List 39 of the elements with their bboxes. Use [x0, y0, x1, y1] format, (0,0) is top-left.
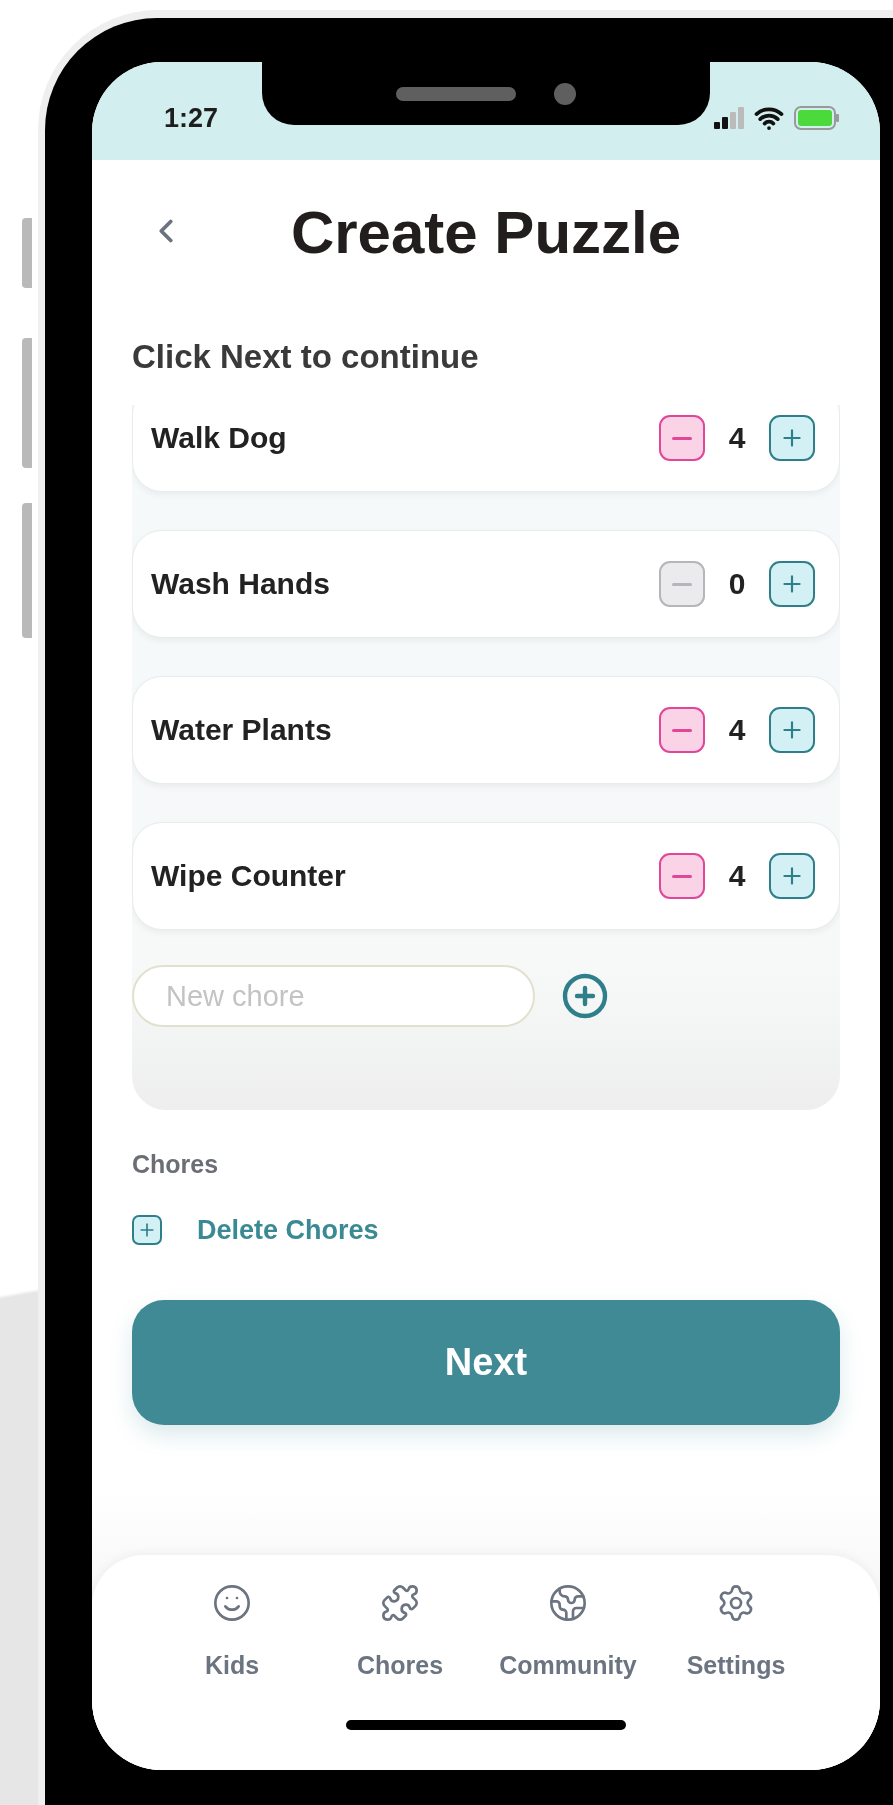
next-button[interactable]: Next: [132, 1300, 840, 1425]
page-title: Create Puzzle: [290, 198, 682, 267]
chore-name: Walk Dog: [151, 421, 288, 455]
chore-count: 4: [727, 421, 747, 455]
increase-button[interactable]: [769, 561, 815, 607]
chore-name: Water Plants: [151, 713, 333, 747]
nav-tab[interactable]: Kids: [148, 1583, 316, 1680]
smiley-face-icon: [212, 1583, 252, 1623]
chore-name: Wash Hands: [151, 567, 331, 601]
minus-icon: [672, 436, 692, 440]
puzzle-piece-icon: [380, 1583, 420, 1623]
chore-name: Wipe Counter: [151, 859, 347, 893]
nav-tab[interactable]: Chores: [316, 1583, 484, 1680]
signal-icon: [714, 107, 744, 129]
chore-count: 4: [727, 713, 747, 747]
plus-square-icon: [132, 1215, 162, 1245]
decrease-button[interactable]: [659, 415, 705, 461]
battery-icon: [794, 106, 840, 130]
nav-tab[interactable]: Settings: [652, 1583, 820, 1680]
nav-tab[interactable]: Community: [484, 1583, 652, 1680]
increase-button[interactable]: [769, 707, 815, 753]
chore-count: 4: [727, 859, 747, 893]
globe-icon: [548, 1583, 588, 1623]
increase-button[interactable]: [769, 415, 815, 461]
front-camera: [554, 82, 576, 105]
minus-icon: [672, 874, 692, 878]
increase-button[interactable]: [769, 853, 815, 899]
status-time: 1:27: [164, 102, 219, 134]
plus-circle-icon: [561, 972, 609, 1020]
minus-icon: [672, 728, 692, 732]
instruction-text: Click Next to continue: [132, 337, 480, 377]
add-chore-button[interactable]: [561, 972, 609, 1020]
chore-count: 0: [727, 567, 747, 601]
new-chore-field[interactable]: New chore: [132, 965, 535, 1027]
decrease-button[interactable]: [659, 853, 705, 899]
minus-icon: [672, 582, 692, 586]
delete-chores-link[interactable]: Delete Chores: [197, 1214, 379, 1246]
decrease-button[interactable]: [659, 707, 705, 753]
section-label: Chores: [132, 1149, 220, 1180]
